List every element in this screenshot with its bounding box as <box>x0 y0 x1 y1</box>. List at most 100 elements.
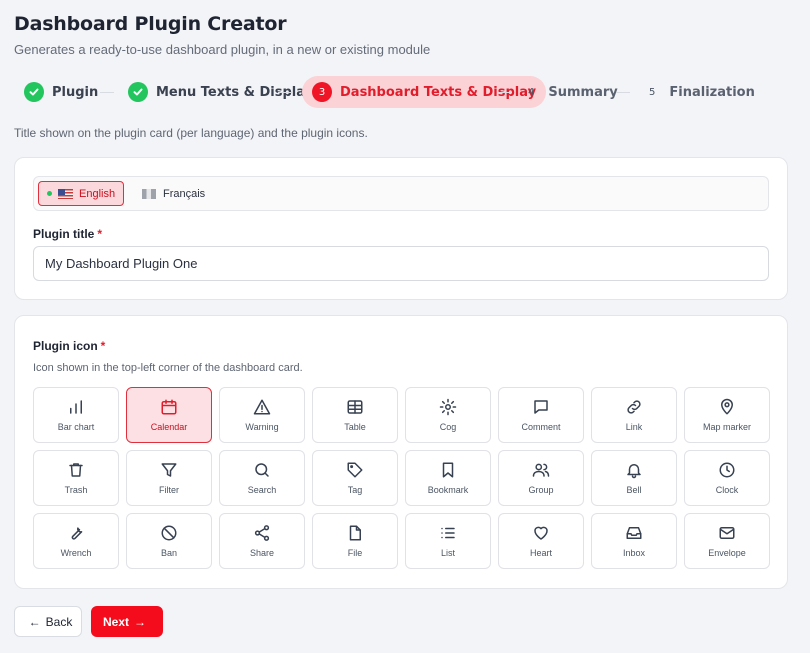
icon-option-inbox[interactable]: Inbox <box>591 513 677 569</box>
icon-option-label: Envelope <box>708 548 746 558</box>
file-icon <box>349 525 361 541</box>
icon-option-filter[interactable]: Filter <box>126 450 212 506</box>
icon-option-file[interactable]: File <box>312 513 398 569</box>
icon-option-table[interactable]: Table <box>312 387 398 443</box>
icon-option-label: Heart <box>529 548 552 558</box>
plugin-icon-help: Icon shown in the top-left corner of the… <box>33 362 303 374</box>
step-connector <box>498 92 512 93</box>
icon-option-search[interactable]: Search <box>219 450 305 506</box>
icon-option-clock[interactable]: Clock <box>684 450 770 506</box>
icon-option-label: Group <box>528 485 554 495</box>
step-hint: Title shown on the plugin card (per lang… <box>14 126 368 140</box>
step-summary[interactable]: 4 Summary <box>524 76 618 108</box>
icon-option-wrench[interactable]: Wrench <box>33 513 119 569</box>
icon-option-label: Trash <box>64 485 88 495</box>
page-subtitle: Generates a ready-to-use dashboard plugi… <box>14 42 431 57</box>
group-icon <box>532 463 550 477</box>
icon-picker: Bar chart Calendar Warning Table Cog Comment L… <box>33 387 770 569</box>
icon-option-label: Table <box>344 422 366 432</box>
icon-option-map-marker[interactable]: Map marker <box>684 387 770 443</box>
icon-option-group[interactable]: Group <box>498 450 584 506</box>
language-tabs: English Français <box>33 176 769 211</box>
list-icon <box>441 527 455 539</box>
icon-option-label: Cog <box>439 422 457 432</box>
link-icon <box>627 400 641 414</box>
check-icon <box>24 82 44 102</box>
icon-option-label: Comment <box>521 422 561 432</box>
step-finalization[interactable]: 5 Finalization <box>645 76 755 108</box>
icon-option-label: Bar chart <box>57 422 95 432</box>
icon-option-share[interactable]: Share <box>219 513 305 569</box>
icon-option-heart[interactable]: Heart <box>498 513 584 569</box>
icon-option-label: Wrench <box>60 548 92 558</box>
tag-icon <box>347 462 363 478</box>
icon-option-label: Link <box>625 422 643 432</box>
table-icon <box>347 400 363 414</box>
envelope-icon <box>719 527 735 539</box>
next-button[interactable]: Next → <box>91 606 163 637</box>
warning-icon <box>253 399 271 415</box>
icon-option-label: Calendar <box>150 422 188 432</box>
page-title: Dashboard Plugin Creator <box>14 13 287 35</box>
map-marker-icon <box>721 398 733 415</box>
icon-option-trash[interactable]: Trash <box>33 450 119 506</box>
step-label: Summary <box>548 84 618 100</box>
arrow-right-icon: → <box>134 614 146 629</box>
icon-option-label: Search <box>247 485 277 495</box>
required-mark: * <box>97 227 103 241</box>
icon-option-label: Tag <box>347 485 363 495</box>
required-mark: * <box>100 339 106 353</box>
icon-option-label: List <box>440 548 455 558</box>
comment-icon <box>534 400 548 414</box>
stepper: Plugin Menu Texts & Display 3 Dashboard … <box>14 76 804 108</box>
icon-option-label: Bell <box>626 485 642 495</box>
icon-option-bar-chart[interactable]: Bar chart <box>33 387 119 443</box>
plugin-title-label: Plugin title * <box>33 227 103 241</box>
icon-option-label: Warning <box>245 422 279 432</box>
calendar-icon <box>161 399 177 415</box>
icon-option-list[interactable]: List <box>405 513 491 569</box>
bell-icon <box>627 464 641 479</box>
icon-option-label: Filter <box>159 485 179 495</box>
icon-option-label: Map marker <box>702 422 751 432</box>
back-button[interactable]: ← Back <box>14 606 82 637</box>
icon-option-label: Bookmark <box>427 485 469 495</box>
icon-option-cog[interactable]: Cog <box>405 387 491 443</box>
icon-option-ban[interactable]: Ban <box>126 513 212 569</box>
status-dot <box>47 191 52 196</box>
language-tab-english[interactable]: English <box>38 181 125 206</box>
search-icon <box>255 463 269 477</box>
fr-flag-icon <box>142 188 156 199</box>
language-label: English <box>79 187 116 200</box>
icon-option-bell[interactable]: Bell <box>591 450 677 506</box>
clock-icon <box>719 462 735 478</box>
icon-option-label: Inbox <box>622 548 646 558</box>
step-connector <box>100 92 114 93</box>
heart-icon <box>534 526 548 540</box>
icon-option-envelope[interactable]: Envelope <box>684 513 770 569</box>
plugin-title-input[interactable] <box>33 246 769 281</box>
step-label: Plugin <box>52 84 99 100</box>
icon-option-calendar[interactable]: Calendar <box>126 387 212 443</box>
icon-option-tag[interactable]: Tag <box>312 450 398 506</box>
icon-option-label: Share <box>249 548 275 558</box>
icon-option-bookmark[interactable]: Bookmark <box>405 450 491 506</box>
wrench-icon <box>71 527 83 540</box>
plugin-icon-label: Plugin icon * <box>33 339 106 353</box>
share-icon <box>254 525 270 541</box>
inbox-icon <box>626 527 642 539</box>
step-number: 3 <box>312 82 332 102</box>
icon-option-label: File <box>347 548 363 558</box>
icon-option-label: Ban <box>160 548 177 558</box>
cog-icon <box>439 398 457 416</box>
icon-option-label: Clock <box>715 485 739 495</box>
icon-option-warning[interactable]: Warning <box>219 387 305 443</box>
check-icon <box>128 82 148 102</box>
step-plugin[interactable]: Plugin <box>24 76 98 108</box>
language-tab-french[interactable]: Français <box>134 181 213 206</box>
title-card: English Français Plugin title * <box>14 157 788 300</box>
language-label: Français <box>163 187 206 200</box>
icon-option-link[interactable]: Link <box>591 387 677 443</box>
icon-option-comment[interactable]: Comment <box>498 387 584 443</box>
step-connector <box>278 92 292 93</box>
